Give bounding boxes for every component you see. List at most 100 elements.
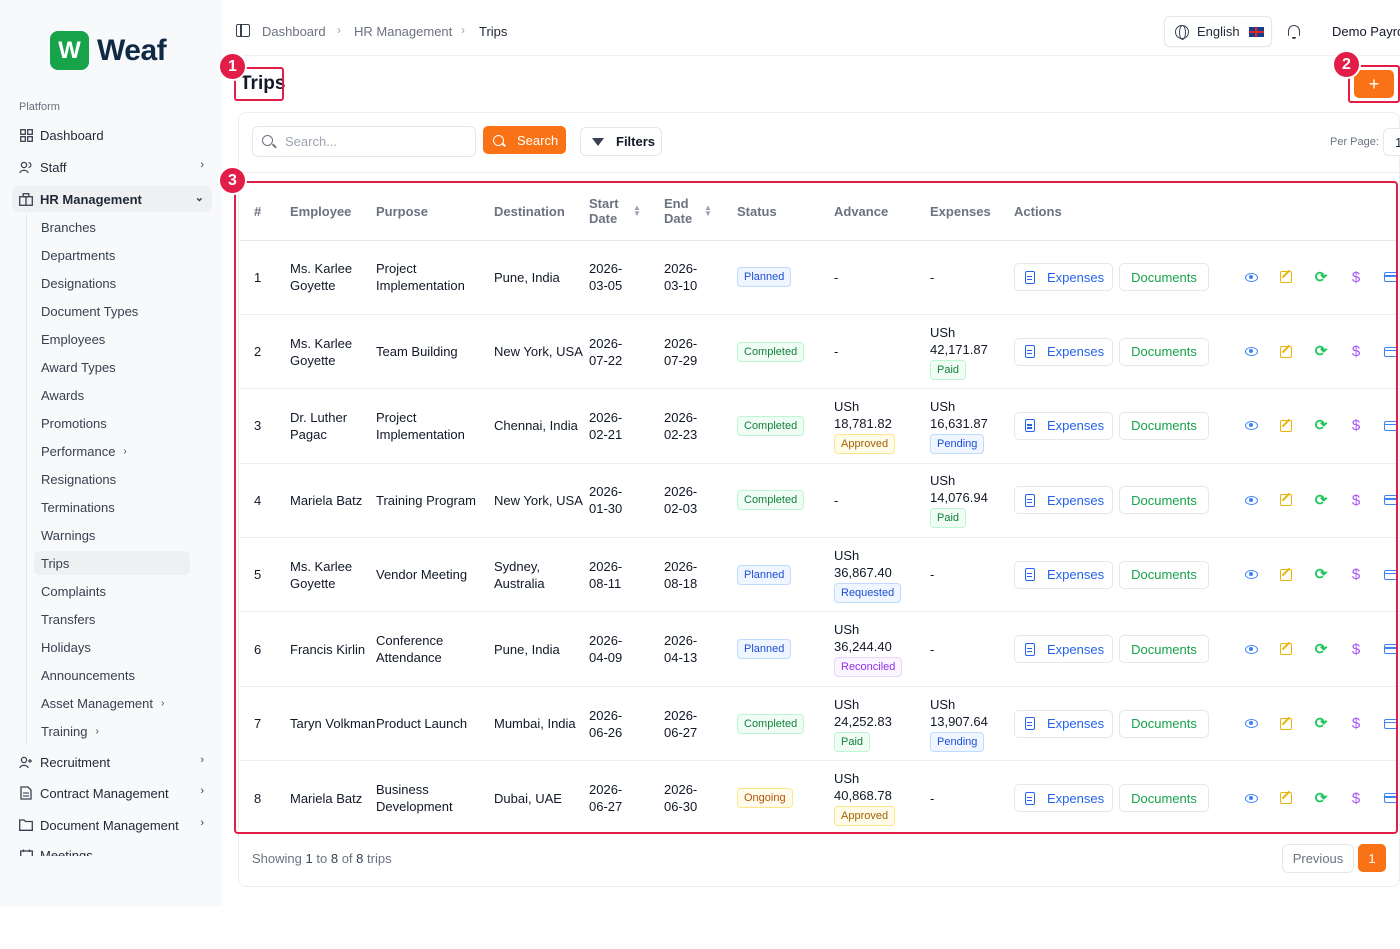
expenses-button[interactable]: Expenses (1014, 337, 1113, 366)
expenses-button[interactable]: Expenses (1014, 784, 1113, 813)
sidebar-subitem-trips[interactable]: Trips (34, 551, 190, 575)
edit-icon[interactable] (1278, 641, 1294, 657)
bell-icon[interactable] (1288, 25, 1300, 39)
edit-icon[interactable] (1278, 567, 1294, 583)
documents-button[interactable]: Documents (1119, 784, 1209, 813)
col-header-start-date[interactable]: Start Date ▲ ▼ (589, 183, 664, 240)
edit-icon[interactable] (1278, 492, 1294, 508)
filters-button[interactable]: Filters (580, 127, 662, 156)
card-icon[interactable] (1383, 641, 1396, 657)
brand-logo[interactable]: W Weaf (50, 31, 167, 70)
sidebar-item-meetings[interactable]: Meetings (12, 844, 212, 856)
expenses-button[interactable]: Expenses (1014, 560, 1113, 589)
sidebar-item-staff[interactable]: Staff › (12, 154, 212, 180)
breadcrumb-hr-management[interactable]: HR Management (354, 24, 452, 39)
sidebar-subitem-announcements[interactable]: Announcements (34, 663, 190, 687)
dollar-icon[interactable]: $ (1348, 269, 1364, 286)
sidebar-item-document-management[interactable]: Document Management › (12, 812, 212, 838)
card-icon[interactable] (1383, 567, 1396, 583)
sidebar-item-dashboard[interactable]: Dashboard (12, 122, 212, 148)
breadcrumb-dashboard[interactable]: Dashboard (262, 24, 326, 39)
view-icon[interactable] (1243, 418, 1259, 434)
card-icon[interactable] (1383, 418, 1396, 434)
trip-destination: Sydney, Australia (494, 558, 545, 591)
edit-icon[interactable] (1278, 418, 1294, 434)
view-icon[interactable] (1243, 344, 1259, 360)
documents-button[interactable]: Documents (1119, 709, 1209, 738)
view-icon[interactable] (1243, 492, 1259, 508)
sidebar-subitem-award-types[interactable]: Award Types (34, 355, 190, 379)
sidebar-subitem-branches[interactable]: Branches (34, 215, 190, 239)
sidebar-subitem-training[interactable]: Training › (34, 719, 190, 743)
sidebar-subitem-document-types[interactable]: Document Types (34, 299, 190, 323)
sidebar-subitem-asset-management[interactable]: Asset Management › (34, 691, 190, 715)
view-icon[interactable] (1243, 567, 1259, 583)
sidebar-subitem-performance[interactable]: Performance › (34, 439, 190, 463)
sidebar-subitem-employees[interactable]: Employees (34, 327, 190, 351)
sidebar-subitem-transfers[interactable]: Transfers (34, 607, 190, 631)
card-icon[interactable] (1383, 492, 1396, 508)
dollar-icon[interactable]: $ (1348, 566, 1364, 583)
sidebar-item-recruitment[interactable]: Recruitment › (12, 749, 212, 775)
expenses-button[interactable]: Expenses (1014, 635, 1113, 664)
sidebar-item-hr-management[interactable]: HR Management ⌄ (12, 186, 212, 212)
user-menu[interactable]: Demo Payroll (1332, 24, 1400, 39)
documents-button[interactable]: Documents (1119, 337, 1209, 366)
search-input[interactable] (252, 126, 476, 157)
card-icon[interactable] (1383, 269, 1396, 285)
refresh-icon[interactable]: ⟳ (1313, 641, 1329, 658)
view-icon[interactable] (1243, 641, 1259, 657)
dollar-icon[interactable]: $ (1348, 343, 1364, 360)
sidebar-item-label: Recruitment (40, 754, 111, 770)
refresh-icon[interactable]: ⟳ (1313, 492, 1329, 509)
sidebar-item-contract-management[interactable]: Contract Management › (12, 780, 212, 806)
refresh-icon[interactable]: ⟳ (1313, 715, 1329, 732)
dollar-icon[interactable]: $ (1348, 492, 1364, 509)
view-icon[interactable] (1243, 269, 1259, 285)
documents-button[interactable]: Documents (1119, 560, 1209, 589)
expenses-button[interactable]: Expenses (1014, 263, 1113, 292)
sidebar-subitem-awards[interactable]: Awards (34, 383, 190, 407)
documents-button[interactable]: Documents (1119, 486, 1209, 515)
refresh-icon[interactable]: ⟳ (1313, 790, 1329, 807)
sidebar-subitem-terminations[interactable]: Terminations (34, 495, 190, 519)
edit-icon[interactable] (1278, 790, 1294, 806)
per-page-select[interactable]: 10 (1383, 128, 1400, 156)
language-selector[interactable]: English (1164, 16, 1272, 47)
edit-icon[interactable] (1278, 269, 1294, 285)
expenses-button[interactable]: Expenses (1014, 486, 1113, 515)
dollar-icon[interactable]: $ (1348, 417, 1364, 434)
sidebar-subitem-promotions[interactable]: Promotions (34, 411, 190, 435)
chevron-right-icon: › (200, 159, 204, 171)
dollar-icon[interactable]: $ (1348, 641, 1364, 658)
dollar-icon[interactable]: $ (1348, 715, 1364, 732)
edit-icon[interactable] (1278, 716, 1294, 732)
sidebar-subitem-resignations[interactable]: Resignations (34, 467, 190, 491)
dollar-icon[interactable]: $ (1348, 790, 1364, 807)
expenses-button[interactable]: Expenses (1014, 411, 1113, 440)
expenses-button[interactable]: Expenses (1014, 709, 1113, 738)
documents-button[interactable]: Documents (1119, 263, 1209, 292)
documents-button[interactable]: Documents (1119, 411, 1209, 440)
refresh-icon[interactable]: ⟳ (1313, 343, 1329, 360)
refresh-icon[interactable]: ⟳ (1313, 269, 1329, 286)
previous-page-button[interactable]: Previous (1282, 844, 1354, 873)
refresh-icon[interactable]: ⟳ (1313, 566, 1329, 583)
sidebar-subitem-warnings[interactable]: Warnings (34, 523, 190, 547)
view-icon[interactable] (1243, 716, 1259, 732)
col-header-end-date[interactable]: End Date ▲ ▼ (664, 183, 737, 240)
sidebar-toggle-icon[interactable] (236, 24, 250, 37)
card-icon[interactable] (1383, 344, 1396, 360)
edit-icon[interactable] (1278, 344, 1294, 360)
sidebar-subitem-designations[interactable]: Designations (34, 271, 190, 295)
refresh-icon[interactable]: ⟳ (1313, 417, 1329, 434)
view-icon[interactable] (1243, 790, 1259, 806)
sidebar-subitem-departments[interactable]: Departments (34, 243, 190, 267)
sidebar-subitem-holidays[interactable]: Holidays (34, 635, 190, 659)
card-icon[interactable] (1383, 716, 1396, 732)
page-1-button[interactable]: 1 (1358, 844, 1386, 872)
documents-button[interactable]: Documents (1119, 635, 1209, 664)
search-button[interactable]: Search (483, 126, 566, 154)
card-icon[interactable] (1383, 790, 1396, 806)
sidebar-subitem-complaints[interactable]: Complaints (34, 579, 190, 603)
